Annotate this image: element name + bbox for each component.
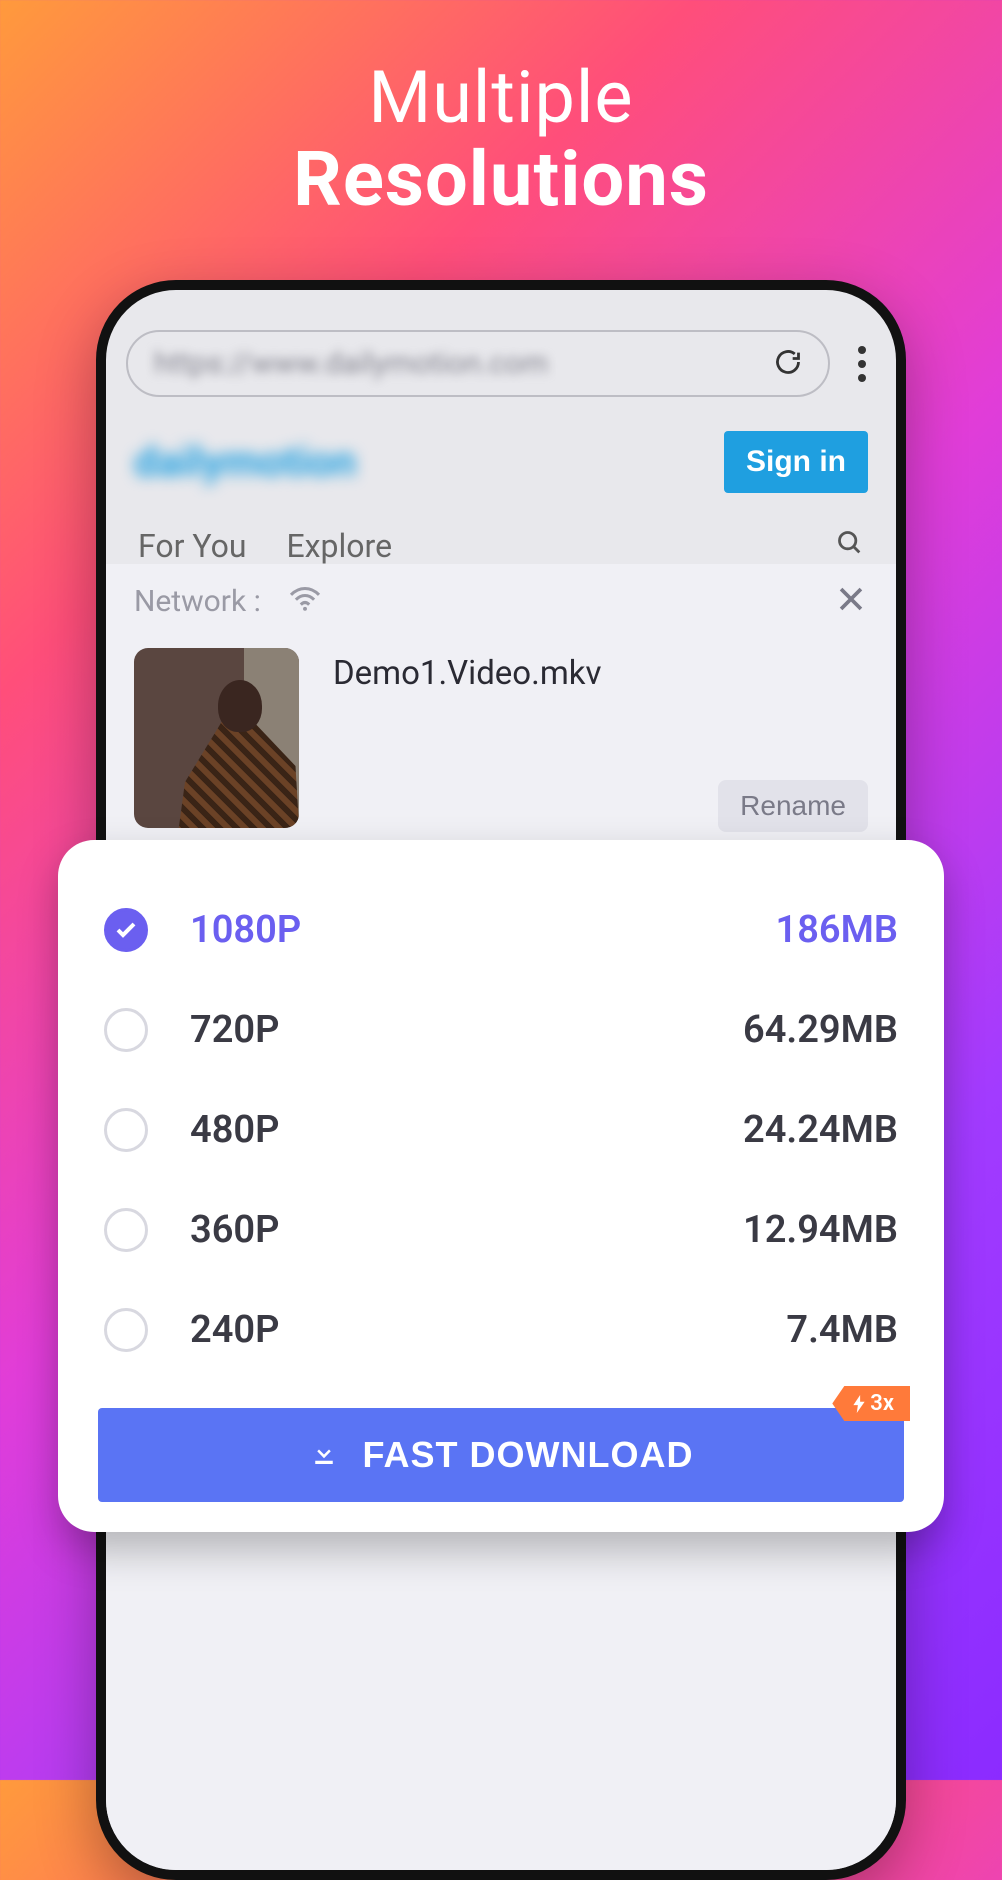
option-size: 24.24MB	[743, 1108, 898, 1152]
radio-unchecked-icon	[104, 1308, 148, 1352]
radio-unchecked-icon	[104, 1008, 148, 1052]
resolution-card: 1080P 186MB 720P 64.29MB 480P 24.24MB 36…	[58, 840, 944, 1532]
tab-explore[interactable]: Explore	[286, 527, 392, 565]
file-name: Demo1.Video.mkv	[333, 654, 601, 693]
network-label: Network :	[134, 584, 261, 619]
tab-for-you[interactable]: For You	[138, 527, 246, 565]
signin-button[interactable]: Sign in	[724, 431, 868, 493]
reload-icon[interactable]	[774, 348, 802, 380]
download-wrap: 3x FAST DOWNLOAD	[98, 1408, 904, 1502]
option-1080p[interactable]: 1080P 186MB	[98, 880, 904, 980]
hero-line1: Multiple	[0, 55, 1002, 140]
radio-unchecked-icon	[104, 1108, 148, 1152]
video-thumbnail[interactable]	[134, 648, 299, 828]
option-720p[interactable]: 720P 64.29MB	[98, 980, 904, 1080]
option-label: 1080P	[190, 908, 301, 952]
option-label: 240P	[190, 1308, 280, 1352]
option-size: 64.29MB	[743, 1008, 898, 1052]
fast-download-button[interactable]: FAST DOWNLOAD	[98, 1408, 904, 1502]
radio-unchecked-icon	[104, 1208, 148, 1252]
option-size: 12.94MB	[743, 1208, 898, 1252]
radio-checked-icon	[104, 908, 148, 952]
url-text: https://www.dailymotion.com	[154, 346, 548, 381]
option-label: 360P	[190, 1208, 280, 1252]
option-size: 186MB	[776, 908, 899, 952]
tab-row: For You Explore	[126, 493, 876, 565]
option-480p[interactable]: 480P 24.24MB	[98, 1080, 904, 1180]
speed-badge: 3x	[832, 1386, 910, 1421]
site-logo: dailymotion	[134, 438, 356, 487]
hero-line2: Resolutions	[0, 134, 1002, 224]
option-240p[interactable]: 240P 7.4MB	[98, 1280, 904, 1380]
hero-title: Multiple Resolutions	[0, 0, 1002, 224]
rename-button[interactable]: Rename	[718, 780, 868, 832]
site-header: dailymotion Sign in	[126, 431, 876, 493]
menu-icon[interactable]	[848, 346, 876, 382]
option-size: 7.4MB	[786, 1308, 898, 1352]
close-icon[interactable]	[834, 582, 868, 620]
option-label: 480P	[190, 1108, 280, 1152]
download-icon	[309, 1434, 339, 1476]
address-bar[interactable]: https://www.dailymotion.com	[126, 330, 830, 397]
download-label: FAST DOWNLOAD	[363, 1434, 694, 1476]
option-label: 720P	[190, 1008, 280, 1052]
wifi-icon	[287, 585, 323, 617]
address-row: https://www.dailymotion.com	[126, 330, 876, 397]
file-row: Demo1.Video.mkv Rename	[106, 630, 896, 846]
badge-text: 3x	[870, 1391, 894, 1416]
search-icon[interactable]	[836, 527, 864, 565]
option-360p[interactable]: 360P 12.94MB	[98, 1180, 904, 1280]
